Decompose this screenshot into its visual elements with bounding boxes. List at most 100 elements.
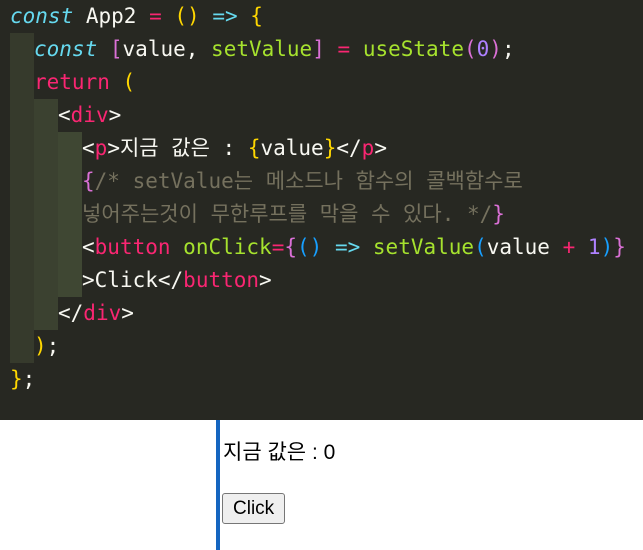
- tag-name: p: [361, 136, 375, 160]
- number: 0: [476, 37, 490, 61]
- paren: (): [297, 235, 323, 259]
- paren: ): [34, 334, 47, 358]
- code-line-5: <p>지금 값은 : {value}</p>: [0, 132, 643, 165]
- click-button[interactable]: Click: [222, 493, 286, 524]
- indent-guide: [10, 132, 34, 165]
- value-paragraph: 지금 값은 : 0: [223, 441, 336, 464]
- paren: ): [600, 235, 614, 259]
- indent-guide: [34, 231, 58, 264]
- indent-guide: [10, 165, 34, 198]
- code-line-1: const App2 = () => {: [0, 0, 643, 33]
- indent-guide: [58, 165, 82, 198]
- number: 1: [587, 235, 601, 259]
- bracket: ]: [312, 37, 325, 61]
- identifier: value: [486, 235, 550, 259]
- punct: >: [107, 136, 120, 160]
- identifier: value: [122, 37, 186, 61]
- brace: {: [247, 136, 261, 160]
- code-editor[interactable]: const App2 = () => { const [value, setVa…: [0, 0, 643, 420]
- tag-name: p: [94, 136, 108, 160]
- code-line-11: );: [0, 330, 643, 363]
- indent-guide: [10, 66, 34, 99]
- indent-guide: [58, 264, 82, 297]
- tag-name: button: [183, 268, 260, 292]
- keyword-return: return: [34, 70, 110, 94]
- indent-guide: [58, 132, 82, 165]
- function-name: useState: [362, 37, 464, 61]
- operator: +: [562, 235, 576, 259]
- brace: {: [250, 4, 263, 28]
- identifier: value: [260, 136, 324, 160]
- code-line-9: >Click</button>: [0, 264, 643, 297]
- indent-guide: [58, 198, 82, 231]
- preview-left-border: [216, 420, 220, 550]
- code-line-3: return (: [0, 66, 643, 99]
- tag-name: div: [83, 301, 122, 325]
- indent-guide: [10, 33, 34, 66]
- indent-guide: [10, 297, 34, 330]
- arrow-operator: =>: [334, 235, 361, 259]
- brace: }: [10, 367, 23, 391]
- punct: >: [121, 301, 134, 325]
- keyword-const: const: [10, 4, 74, 28]
- punct: >: [259, 268, 272, 292]
- function-name: setValue: [372, 235, 475, 259]
- punct: </: [336, 136, 362, 160]
- code-line-8: <button onClick={() => setValue(value + …: [0, 231, 643, 264]
- brace: }: [613, 235, 626, 259]
- punct: >: [108, 103, 122, 127]
- indent-guide: [34, 132, 58, 165]
- indent-guide: [34, 297, 58, 330]
- punct: >: [82, 268, 95, 292]
- identifier: setValue: [211, 37, 313, 61]
- comment: 넣어주는것이 무한루프를 막을 수 있다. */: [82, 202, 493, 226]
- bracket: [: [109, 37, 123, 61]
- punct: <: [82, 136, 95, 160]
- indent-guide: [58, 231, 82, 264]
- keyword-const: const: [34, 37, 98, 61]
- operator: =: [271, 235, 285, 259]
- paren: (: [463, 37, 477, 61]
- punct: <: [58, 103, 71, 127]
- indent-guide: [10, 330, 34, 363]
- punct: ,: [185, 37, 212, 61]
- rendered-preview: 지금 값은 : 0 Click: [0, 420, 643, 550]
- arrow-operator: =>: [212, 4, 238, 28]
- semicolon: ;: [22, 367, 36, 391]
- paren: (: [122, 70, 136, 94]
- indent-guide: [10, 231, 34, 264]
- code-line-7: 넣어주는것이 무한루프를 막을 수 있다. */}: [0, 198, 643, 231]
- brace: {: [82, 169, 95, 193]
- brace: {: [284, 235, 297, 259]
- code-line-2: const [value, setValue] = useState(0);: [0, 33, 643, 66]
- punct: </: [58, 301, 84, 325]
- indent-guide: [34, 99, 58, 132]
- code-line-4: <div>: [0, 99, 643, 132]
- comment: /* setValue는 메소드나 함수의 콜백함수로: [94, 169, 523, 193]
- code-line-12: };: [0, 363, 643, 396]
- code-line-6: {/* setValue는 메소드나 함수의 콜백함수로: [0, 165, 643, 198]
- indent-guide: [34, 264, 58, 297]
- indent-guide: [10, 198, 34, 231]
- code-line-10: </div>: [0, 297, 643, 330]
- punct: </: [157, 268, 184, 292]
- paren: (): [174, 4, 200, 28]
- indent-guide: [10, 99, 34, 132]
- brace: }: [492, 202, 505, 226]
- indent-guide: [34, 198, 58, 231]
- indent-guide: [34, 165, 58, 198]
- jsx-text: 지금 값은 :: [119, 136, 248, 160]
- operator: =: [149, 4, 162, 28]
- tag-name: button: [94, 235, 171, 259]
- paren: ): [489, 37, 502, 61]
- brace: }: [323, 136, 337, 160]
